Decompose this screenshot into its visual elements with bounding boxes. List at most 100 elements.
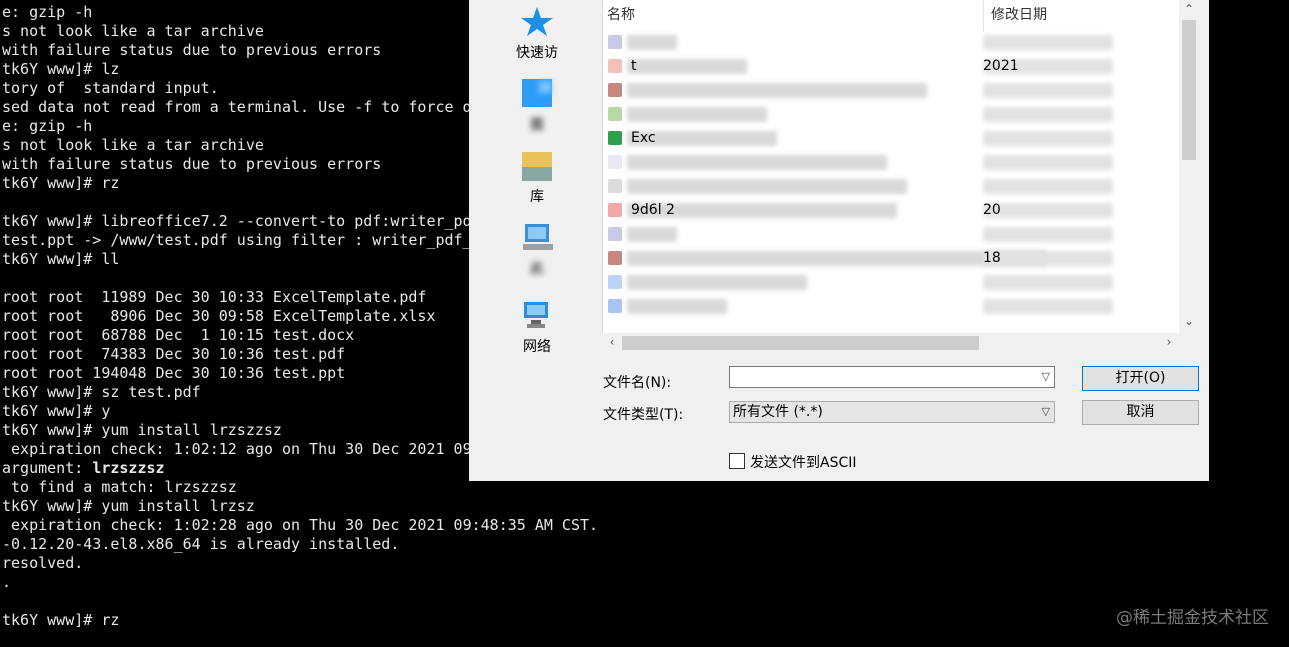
places-bar: 快速访 面 库 此 网络 bbox=[469, 0, 597, 440]
blurred-date bbox=[983, 227, 1113, 242]
terminal-line: with failure status due to previous erro… bbox=[2, 41, 382, 59]
blurred-filename bbox=[627, 83, 927, 98]
terminal-line: e: gzip -h bbox=[2, 117, 93, 135]
terminal-line: test.ppt -> /www/test.pdf using filter :… bbox=[2, 231, 472, 249]
blurred-date bbox=[983, 107, 1113, 122]
scroll-thumb[interactable] bbox=[622, 336, 979, 350]
file-icon bbox=[608, 179, 622, 193]
blurred-filename bbox=[627, 107, 767, 122]
filename-input[interactable]: ▽ bbox=[729, 366, 1055, 388]
file-open-dialog: 快速访 面 库 此 网络 名称 修改日期 t 2021 Exc 9d6l 2 2… bbox=[469, 0, 1209, 481]
file-row[interactable] bbox=[603, 104, 1180, 124]
file-icon bbox=[608, 35, 622, 49]
place-libraries[interactable]: 库 bbox=[489, 150, 585, 206]
scroll-right-icon[interactable]: › bbox=[1159, 335, 1179, 349]
ascii-checkbox-label[interactable]: 发送文件到ASCII bbox=[750, 452, 857, 472]
file-row[interactable] bbox=[603, 32, 1180, 52]
scroll-up-icon[interactable]: ⌃ bbox=[1179, 2, 1199, 16]
file-row[interactable] bbox=[603, 272, 1180, 292]
file-row[interactable] bbox=[603, 152, 1180, 172]
blurred-filename bbox=[627, 59, 747, 74]
place-quick-access[interactable]: 快速访 bbox=[489, 6, 585, 62]
file-row[interactable] bbox=[603, 224, 1180, 244]
terminal-line: argument: lrzszzsz bbox=[2, 459, 165, 477]
blurred-filename bbox=[627, 35, 677, 50]
scroll-left-icon[interactable]: ‹ bbox=[602, 335, 622, 349]
scroll-thumb[interactable] bbox=[1182, 20, 1196, 160]
terminal-line: tk6Y www]# lz bbox=[2, 60, 120, 78]
file-name: t bbox=[631, 58, 637, 74]
file-row[interactable]: t 2021 bbox=[603, 56, 1180, 76]
blurred-filename bbox=[627, 155, 887, 170]
place-label: 此 bbox=[530, 261, 544, 277]
file-icon bbox=[608, 227, 622, 241]
blurred-date bbox=[983, 299, 1113, 314]
filetype-select[interactable]: 所有文件 (*.*) ▽ bbox=[729, 401, 1055, 423]
file-name: Exc bbox=[631, 130, 656, 146]
blurred-filename bbox=[627, 275, 807, 290]
this-pc-icon bbox=[515, 222, 559, 254]
chevron-down-icon[interactable]: ▽ bbox=[1042, 402, 1050, 422]
terminal-line: . bbox=[2, 573, 12, 591]
filename-label: 文件名(N): bbox=[603, 375, 672, 391]
place-desktop[interactable]: 面 bbox=[489, 78, 585, 134]
blurred-date bbox=[983, 35, 1113, 50]
filetype-value: 所有文件 (*.*) bbox=[733, 404, 823, 420]
library-icon bbox=[515, 150, 559, 182]
file-icon bbox=[608, 203, 622, 217]
filetype-label: 文件类型(T): bbox=[603, 407, 684, 423]
blurred-date bbox=[983, 131, 1113, 146]
blurred-date bbox=[983, 179, 1113, 194]
place-label: 面 bbox=[530, 117, 544, 133]
file-row[interactable]: 18 bbox=[603, 248, 1180, 268]
terminal-line: root root 74383 Dec 30 10:36 test.pdf bbox=[2, 345, 346, 363]
terminal-line: resolved. bbox=[2, 554, 84, 572]
terminal-line: with failure status due to previous erro… bbox=[2, 155, 382, 173]
place-this-pc[interactable]: 此 bbox=[489, 222, 585, 278]
file-row[interactable]: Exc bbox=[603, 128, 1180, 148]
file-list[interactable]: 名称 修改日期 t 2021 Exc 9d6l 2 20 18 bbox=[602, 0, 1180, 333]
blurred-date bbox=[983, 275, 1113, 290]
file-row[interactable] bbox=[603, 296, 1180, 316]
file-date: 2021 bbox=[983, 58, 1019, 74]
terminal-line: expiration check: 1:02:28 ago on Thu 30 … bbox=[2, 516, 599, 534]
column-header-date[interactable]: 修改日期 bbox=[991, 0, 1047, 32]
desktop-icon bbox=[515, 78, 559, 110]
terminal-line: root root 194048 Dec 30 10:36 test.ppt bbox=[2, 364, 346, 382]
file-icon bbox=[608, 251, 622, 265]
terminal-bold-argument: lrzszzsz bbox=[92, 459, 165, 477]
terminal-line: tk6Y www]# yum install lrzszzsz bbox=[2, 421, 282, 439]
place-label: 网络 bbox=[523, 339, 551, 355]
file-row[interactable] bbox=[603, 176, 1180, 196]
terminal-line: root root 68788 Dec 1 10:15 test.docx bbox=[2, 326, 355, 344]
column-header-name[interactable]: 名称 bbox=[607, 0, 635, 32]
column-separator[interactable] bbox=[983, 0, 984, 32]
terminal-line: tk6Y www]# yum install lrzsz bbox=[2, 497, 255, 515]
scroll-down-icon[interactable]: ⌄ bbox=[1179, 314, 1199, 328]
terminal-line: sed data not read from a terminal. Use -… bbox=[2, 98, 472, 116]
blurred-filename bbox=[627, 227, 677, 242]
open-button[interactable]: 打开(O) bbox=[1082, 366, 1199, 391]
terminal-line: tk6Y www]# sz test.pdf bbox=[2, 383, 201, 401]
chevron-down-icon[interactable]: ▽ bbox=[1042, 367, 1050, 387]
file-icon bbox=[608, 299, 622, 313]
file-icon bbox=[608, 107, 622, 121]
terminal-line: expiration check: 1:02:12 ago on Thu 30 … bbox=[2, 440, 472, 458]
watermark: @稀土掘金技术社区 bbox=[1116, 608, 1269, 628]
file-icon bbox=[608, 275, 622, 289]
file-row[interactable] bbox=[603, 80, 1180, 100]
horizontal-scrollbar[interactable]: ‹ › bbox=[602, 333, 1179, 353]
vertical-scrollbar[interactable]: ⌃ ⌄ bbox=[1179, 0, 1199, 333]
terminal-line: tk6Y www]# libreoffice7.2 --convert-to p… bbox=[2, 212, 472, 230]
file-icon bbox=[608, 131, 622, 145]
terminal-line: s not look like a tar archive bbox=[2, 22, 264, 40]
place-network[interactable]: 网络 bbox=[489, 300, 585, 356]
file-icon bbox=[608, 155, 622, 169]
blurred-date bbox=[983, 251, 1113, 266]
terminal-line: root root 8906 Dec 30 09:58 ExcelTemplat… bbox=[2, 307, 436, 325]
terminal-line: tk6Y www]# rz bbox=[2, 611, 120, 629]
cancel-button[interactable]: 取消 bbox=[1082, 400, 1199, 425]
file-row[interactable]: 9d6l 2 20 bbox=[603, 200, 1180, 220]
file-name: 9d6l 2 bbox=[631, 202, 675, 218]
ascii-checkbox[interactable] bbox=[729, 453, 745, 469]
